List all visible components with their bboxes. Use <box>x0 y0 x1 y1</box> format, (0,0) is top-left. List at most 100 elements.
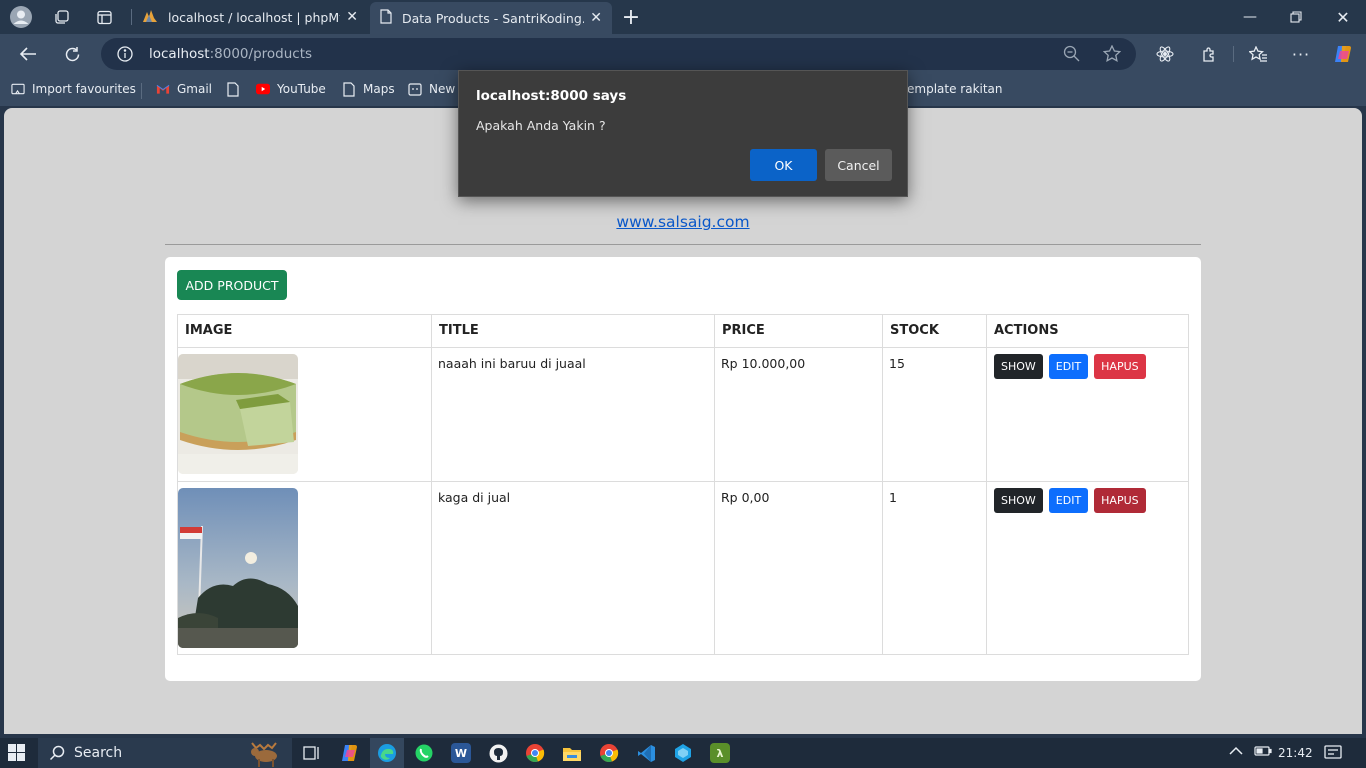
favorite-star-icon[interactable] <box>1102 44 1122 66</box>
edge-browser-icon[interactable] <box>377 743 397 763</box>
lambda-app-icon[interactable]: λ <box>710 743 730 763</box>
image-cell <box>177 481 432 655</box>
extensions-icon[interactable] <box>1194 40 1224 68</box>
notifications-icon[interactable] <box>1324 745 1342 764</box>
windows-start-icon[interactable] <box>8 744 26 762</box>
page-favicon-icon <box>380 9 392 27</box>
whatsapp-icon[interactable] <box>414 743 434 763</box>
products-card: ADD PRODUCT IMAGE TITLE PRICE STOCK ACTI… <box>165 257 1201 681</box>
bookmark-import-favourites[interactable]: Import favourites <box>11 82 136 96</box>
table-header-row: IMAGE TITLE PRICE STOCK ACTIONS <box>177 314 1189 348</box>
bookmark-template-rakitan[interactable]: emplate rakitan <box>907 82 1003 96</box>
copilot-taskbar-icon[interactable] <box>340 743 360 763</box>
stock-cell: 1 <box>882 481 987 655</box>
bookmark-new-tab[interactable]: New t <box>408 82 464 96</box>
edge-dev-icon[interactable] <box>673 743 693 763</box>
close-tab-icon[interactable]: ✕ <box>590 10 602 26</box>
new-tab-icon[interactable]: + <box>620 5 642 30</box>
dialog-title: localhost:8000 says <box>476 88 627 104</box>
column-header-price: PRICE <box>714 314 883 348</box>
word-icon[interactable]: W <box>451 743 471 763</box>
taskbar-search[interactable]: Search <box>38 738 292 768</box>
show-button[interactable]: SHOW <box>994 488 1043 513</box>
products-table: IMAGE TITLE PRICE STOCK ACTIONS naaah in… <box>177 314 1189 655</box>
search-icon <box>49 745 65 765</box>
vscode-icon[interactable] <box>636 743 656 763</box>
edit-button[interactable]: EDIT <box>1048 488 1089 513</box>
workspaces-icon[interactable] <box>51 6 73 28</box>
edit-button[interactable]: EDIT <box>1048 354 1089 379</box>
github-icon[interactable] <box>488 743 508 763</box>
table-row: naaah ini baruu di juaal Rp 10.000,00 15… <box>177 347 1189 482</box>
taskbar: Search W λ 21:42 <box>0 738 1366 768</box>
copilot-icon[interactable] <box>1328 40 1358 68</box>
actions-cell: SHOW EDIT HAPUS <box>986 347 1189 482</box>
profile-avatar-icon[interactable] <box>10 6 32 28</box>
column-header-stock: STOCK <box>882 314 987 348</box>
table-row: kaga di jual Rp 0,00 1 SHOW EDIT HAPUS <box>177 481 1189 655</box>
column-header-image: IMAGE <box>177 314 432 348</box>
bookmark-divider <box>141 83 142 99</box>
confirm-dialog: localhost:8000 says Apakah Anda Yakin ? … <box>458 70 908 197</box>
more-options-icon[interactable]: ··· <box>1286 40 1316 68</box>
close-tab-icon[interactable]: ✕ <box>346 9 358 25</box>
task-view-icon[interactable] <box>302 743 322 763</box>
restore-icon[interactable] <box>1273 0 1319 34</box>
toolbar-divider <box>1233 46 1234 62</box>
battery-icon[interactable] <box>1254 745 1272 760</box>
divider-line <box>165 244 1201 245</box>
grid-icon <box>408 82 422 96</box>
bookmark-gmail[interactable]: Gmail <box>156 82 212 96</box>
add-product-button[interactable]: ADD PRODUCT <box>177 270 287 300</box>
url-text: localhost:8000/products <box>149 46 312 62</box>
bookmark-youtube[interactable]: YouTube <box>256 82 326 96</box>
taskbar-clock[interactable]: 21:42 <box>1278 746 1313 760</box>
minimize-icon[interactable]: — <box>1227 0 1273 34</box>
zoom-icon[interactable] <box>1063 45 1080 66</box>
title-cell: kaga di jual <box>431 481 715 655</box>
bookmark-page[interactable] <box>226 81 247 97</box>
tab-phpmyadmin[interactable]: localhost / localhost | phpMyAdmin ✕ <box>132 0 368 34</box>
title-cell: naaah ini baruu di juaal <box>431 347 715 482</box>
tab-data-products[interactable]: Data Products - SantriKoding.com ✕ <box>370 2 612 34</box>
cancel-button[interactable]: Cancel <box>825 149 892 181</box>
tab-title: Data Products - SantriKoding.com <box>402 10 584 26</box>
column-header-actions: ACTIONS <box>986 314 1189 348</box>
tab-actions-icon[interactable] <box>93 6 115 28</box>
import-icon <box>11 82 25 96</box>
price-cell: Rp 0,00 <box>714 481 883 655</box>
bookmark-label: Import favourites <box>32 82 136 96</box>
site-info-icon[interactable] <box>117 46 133 66</box>
price-cell: Rp 10.000,00 <box>714 347 883 482</box>
show-button[interactable]: SHOW <box>994 354 1043 379</box>
ok-button[interactable]: OK <box>750 149 817 181</box>
bookmark-label: emplate rakitan <box>907 82 1003 96</box>
refresh-icon[interactable] <box>57 40 87 68</box>
bookmark-label: YouTube <box>277 82 326 96</box>
show-hidden-icons-chevron-icon[interactable] <box>1229 745 1243 759</box>
phpmyadmin-favicon-icon <box>142 9 158 26</box>
bookmark-label: Gmail <box>177 82 213 96</box>
url-path: :8000/products <box>209 46 313 62</box>
bookmark-maps[interactable]: Maps <box>342 81 395 97</box>
dialog-message: Apakah Anda Yakin ? <box>476 118 606 133</box>
actions-cell: SHOW EDIT HAPUS <box>986 481 1189 655</box>
site-link[interactable]: www.salsaig.com <box>4 213 1362 231</box>
address-bar[interactable]: localhost:8000/products <box>101 38 1136 70</box>
file-explorer-icon[interactable] <box>562 743 582 763</box>
search-label: Search <box>74 745 123 761</box>
chrome-profile-icon[interactable] <box>599 743 619 763</box>
back-arrow-icon[interactable] <box>13 40 43 68</box>
delete-button[interactable]: HAPUS <box>1094 488 1146 513</box>
bookmark-label: Maps <box>363 82 395 96</box>
stock-cell: 15 <box>882 347 987 482</box>
favorites-icon[interactable] <box>1243 40 1273 68</box>
close-window-icon[interactable]: ✕ <box>1320 0 1366 34</box>
product-image-matcha-cheesecake <box>178 354 298 474</box>
react-devtools-icon[interactable] <box>1150 40 1180 68</box>
chrome-icon[interactable] <box>525 743 545 763</box>
delete-button[interactable]: HAPUS <box>1094 354 1146 379</box>
address-toolbar: localhost:8000/products ··· <box>0 34 1366 74</box>
column-header-title: TITLE <box>431 314 715 348</box>
page-viewport: www.salsaig.com ADD PRODUCT IMAGE TITLE … <box>4 108 1362 734</box>
